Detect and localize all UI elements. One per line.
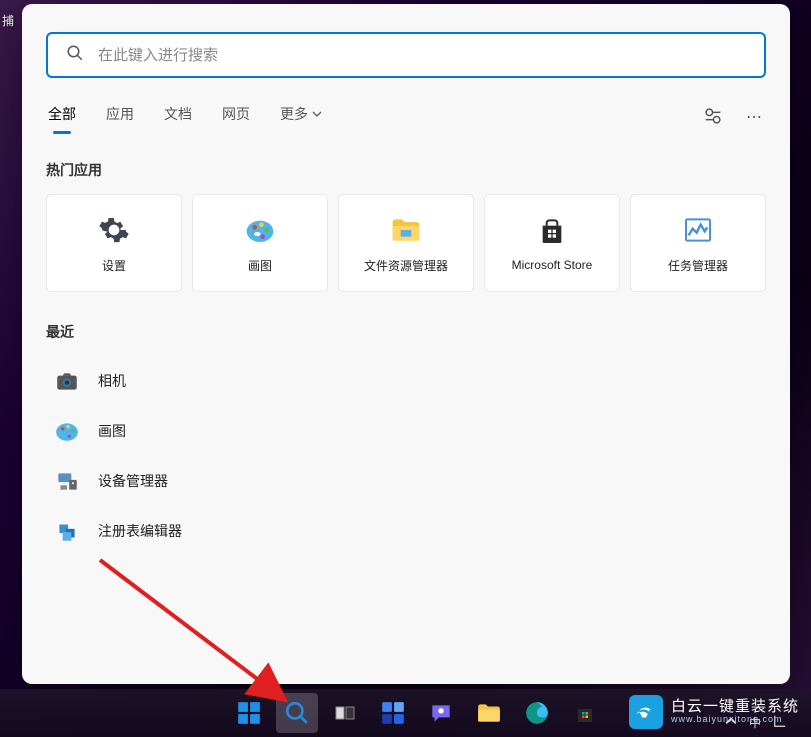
app-label: Microsoft Store	[512, 258, 593, 272]
chevron-down-icon	[312, 106, 322, 122]
recent-item-camera[interactable]: 相机	[46, 356, 766, 406]
store-icon	[535, 214, 569, 248]
search-panel: 全部 应用 文档 网页 更多 ⋯ 热门应用 设置	[22, 4, 790, 684]
taskview-button[interactable]	[324, 693, 366, 733]
watermark-title: 白云一键重装系统	[671, 699, 799, 716]
tab-apps[interactable]: 应用	[106, 104, 134, 130]
recent-item-registry-editor[interactable]: 注册表编辑器	[46, 506, 766, 556]
tab-web[interactable]: 网页	[222, 104, 250, 130]
search-tabs: 全部 应用 文档 网页 更多 ⋯	[46, 104, 766, 130]
app-card-file-explorer[interactable]: 文件资源管理器	[338, 194, 474, 292]
folder-icon	[389, 213, 423, 247]
app-label: 文件资源管理器	[364, 257, 448, 274]
search-input[interactable]	[98, 47, 746, 64]
app-card-settings[interactable]: 设置	[46, 194, 182, 292]
recent-label: 相机	[98, 371, 126, 391]
taskbar-search-button[interactable]	[276, 693, 318, 733]
widgets-button[interactable]	[372, 693, 414, 733]
recent-item-paint[interactable]: 画图	[46, 406, 766, 456]
taskbar-store-button[interactable]	[564, 693, 606, 733]
app-label: 任务管理器	[668, 257, 728, 274]
tab-all[interactable]: 全部	[48, 104, 76, 130]
settings-icon	[97, 213, 131, 247]
app-card-task-manager[interactable]: 任务管理器	[630, 194, 766, 292]
recent-label: 设备管理器	[98, 471, 168, 491]
recent-label: 画图	[98, 421, 126, 441]
devicemgr-icon	[54, 468, 80, 494]
tab-documents[interactable]: 文档	[164, 104, 192, 130]
camera-icon	[54, 368, 80, 394]
account-settings-icon[interactable]	[702, 105, 724, 130]
recent-heading: 最近	[46, 322, 766, 342]
recent-item-device-manager[interactable]: 设备管理器	[46, 456, 766, 506]
taskbar-center-items	[228, 693, 606, 733]
taskbar-explorer-button[interactable]	[468, 693, 510, 733]
more-options-icon[interactable]: ⋯	[746, 107, 764, 127]
paint-icon	[54, 418, 80, 444]
watermark: 白云一键重装系统 www.baiyunxitong.com	[629, 695, 799, 729]
watermark-url: www.baiyunxitong.com	[671, 715, 799, 725]
tab-more[interactable]: 更多	[280, 104, 322, 130]
search-box[interactable]	[46, 32, 766, 78]
search-icon	[66, 44, 84, 67]
recent-list: 相机 画图 设备管理器 注册表编辑器	[46, 356, 766, 556]
app-label: 设置	[102, 257, 126, 274]
recent-label: 注册表编辑器	[98, 521, 182, 541]
regedit-icon	[54, 518, 80, 544]
desktop-icon-text-fragment: 捕	[2, 12, 14, 29]
app-card-microsoft-store[interactable]: Microsoft Store	[484, 194, 620, 292]
chat-button[interactable]	[420, 693, 462, 733]
taskbar-edge-button[interactable]	[516, 693, 558, 733]
top-apps-heading: 热门应用	[46, 160, 766, 180]
app-card-paint[interactable]: 画图	[192, 194, 328, 292]
taskmgr-icon	[681, 213, 715, 247]
watermark-logo-icon	[629, 695, 663, 729]
top-apps-grid: 设置 画图 文件资源管理器 Microsoft Store 任务管理器	[46, 194, 766, 292]
tab-more-label: 更多	[280, 104, 308, 124]
app-label: 画图	[248, 257, 272, 274]
paint-icon	[243, 213, 277, 247]
start-button[interactable]	[228, 693, 270, 733]
